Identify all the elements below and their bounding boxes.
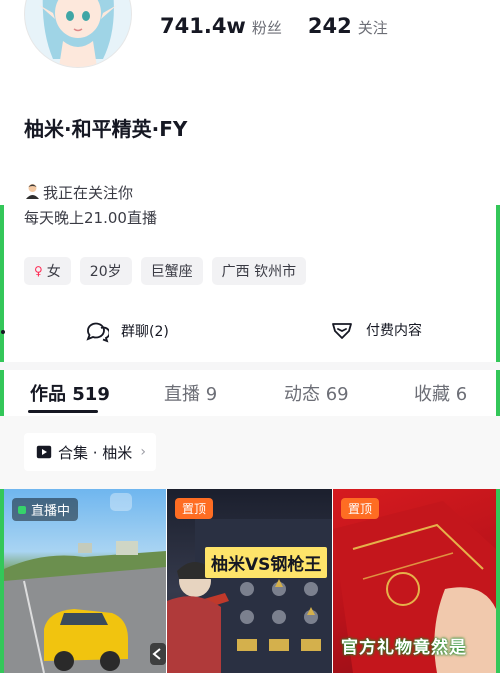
- profile-bio: 每天晚上21.00直播: [24, 209, 157, 227]
- follow-status-text: 我正在关注你: [43, 184, 134, 202]
- followers-stat[interactable]: 741.4w 粉丝: [160, 14, 282, 38]
- chevron-right-icon: ›: [140, 444, 146, 460]
- profile-actions: 群聊(2) 付费内容: [0, 314, 500, 350]
- age-label: 20岁: [89, 264, 122, 280]
- collection-button[interactable]: 合集 · 柚米 ›: [24, 433, 156, 471]
- live-dot-icon: [18, 505, 26, 514]
- active-tab-indicator: [28, 410, 98, 413]
- location-tag: 广西 钦州市: [211, 257, 307, 285]
- female-icon: ♀: [34, 264, 43, 278]
- tab-favorites[interactable]: 收藏 6: [414, 380, 467, 406]
- tab-posts-label: 动态: [284, 384, 320, 405]
- zodiac-label: 巨蟹座: [150, 264, 193, 280]
- tab-posts[interactable]: 动态 69: [284, 380, 349, 406]
- tab-live[interactable]: 直播 9: [164, 380, 217, 406]
- section-divider: [0, 362, 500, 370]
- paid-content-button[interactable]: 付费内容: [330, 319, 422, 341]
- video-thumbnail-pinned-2[interactable]: 置顶 官方礼物竟然是: [333, 489, 496, 673]
- avatar-illustration: [25, 0, 131, 67]
- video-overlay-title: 柚米VS钢枪王: [205, 547, 328, 578]
- tab-posts-count: 69: [325, 384, 349, 405]
- pinned-badge: 置顶: [341, 498, 380, 519]
- follow-status: 我正在关注你: [24, 182, 133, 203]
- zodiac-tag: 巨蟹座: [140, 257, 203, 285]
- video-caption: 官方礼物竟然是: [341, 638, 467, 658]
- followers-count: 741.4w: [160, 14, 246, 38]
- live-badge: 直播中: [12, 498, 79, 521]
- tab-works-count: 519: [72, 384, 110, 405]
- video-thumbnail-pinned-1[interactable]: 置顶 柚米VS钢枪王: [167, 489, 332, 673]
- video-thumbnail-live[interactable]: 直播中: [4, 489, 166, 673]
- avatar[interactable]: [24, 0, 132, 68]
- location-label: 广西 钦州市: [221, 264, 297, 280]
- gem-icon: [332, 323, 352, 339]
- following-stat[interactable]: 242 关注: [308, 14, 388, 38]
- live-badge-label: 直播中: [31, 504, 71, 519]
- followers-label: 粉丝: [251, 19, 282, 37]
- paid-content-label: 付费内容: [366, 323, 422, 339]
- chat-bubbles-icon: [86, 322, 109, 343]
- group-chat-label: 群聊(2): [121, 324, 169, 340]
- profile-stats: 741.4w 粉丝 242 关注: [160, 14, 414, 38]
- age-tag: 20岁: [79, 257, 132, 285]
- profile-nickname: 柚米·和平精英·FY: [24, 117, 188, 141]
- following-label: 关注: [357, 19, 388, 37]
- pinned-badge: 置顶: [175, 498, 214, 519]
- gender-tag: ♀ 女: [24, 257, 71, 285]
- person-icon: [24, 182, 41, 203]
- following-count: 242: [307, 14, 352, 38]
- gender-label: 女: [46, 264, 61, 280]
- group-chat-button[interactable]: 群聊(2): [85, 319, 169, 343]
- video-grid: 直播中 置顶 柚米VS钢枪王 置顶 官方礼物竟然是: [0, 489, 500, 673]
- profile-tags: ♀ 女 20岁 巨蟹座 广西 钦州市: [24, 257, 315, 285]
- tab-live-label: 直播: [164, 384, 200, 405]
- tab-favorites-count: 6: [455, 384, 468, 405]
- tab-favorites-label: 收藏: [414, 384, 450, 405]
- tab-works-label: 作品: [30, 384, 66, 405]
- tab-works[interactable]: 作品 519: [30, 380, 110, 406]
- tab-live-count: 9: [205, 384, 218, 405]
- play-square-icon: [36, 445, 52, 459]
- content-tabs: 作品 519 直播 9 动态 69 收藏 6: [0, 370, 500, 416]
- collection-label: 合集 · 柚米: [58, 443, 133, 462]
